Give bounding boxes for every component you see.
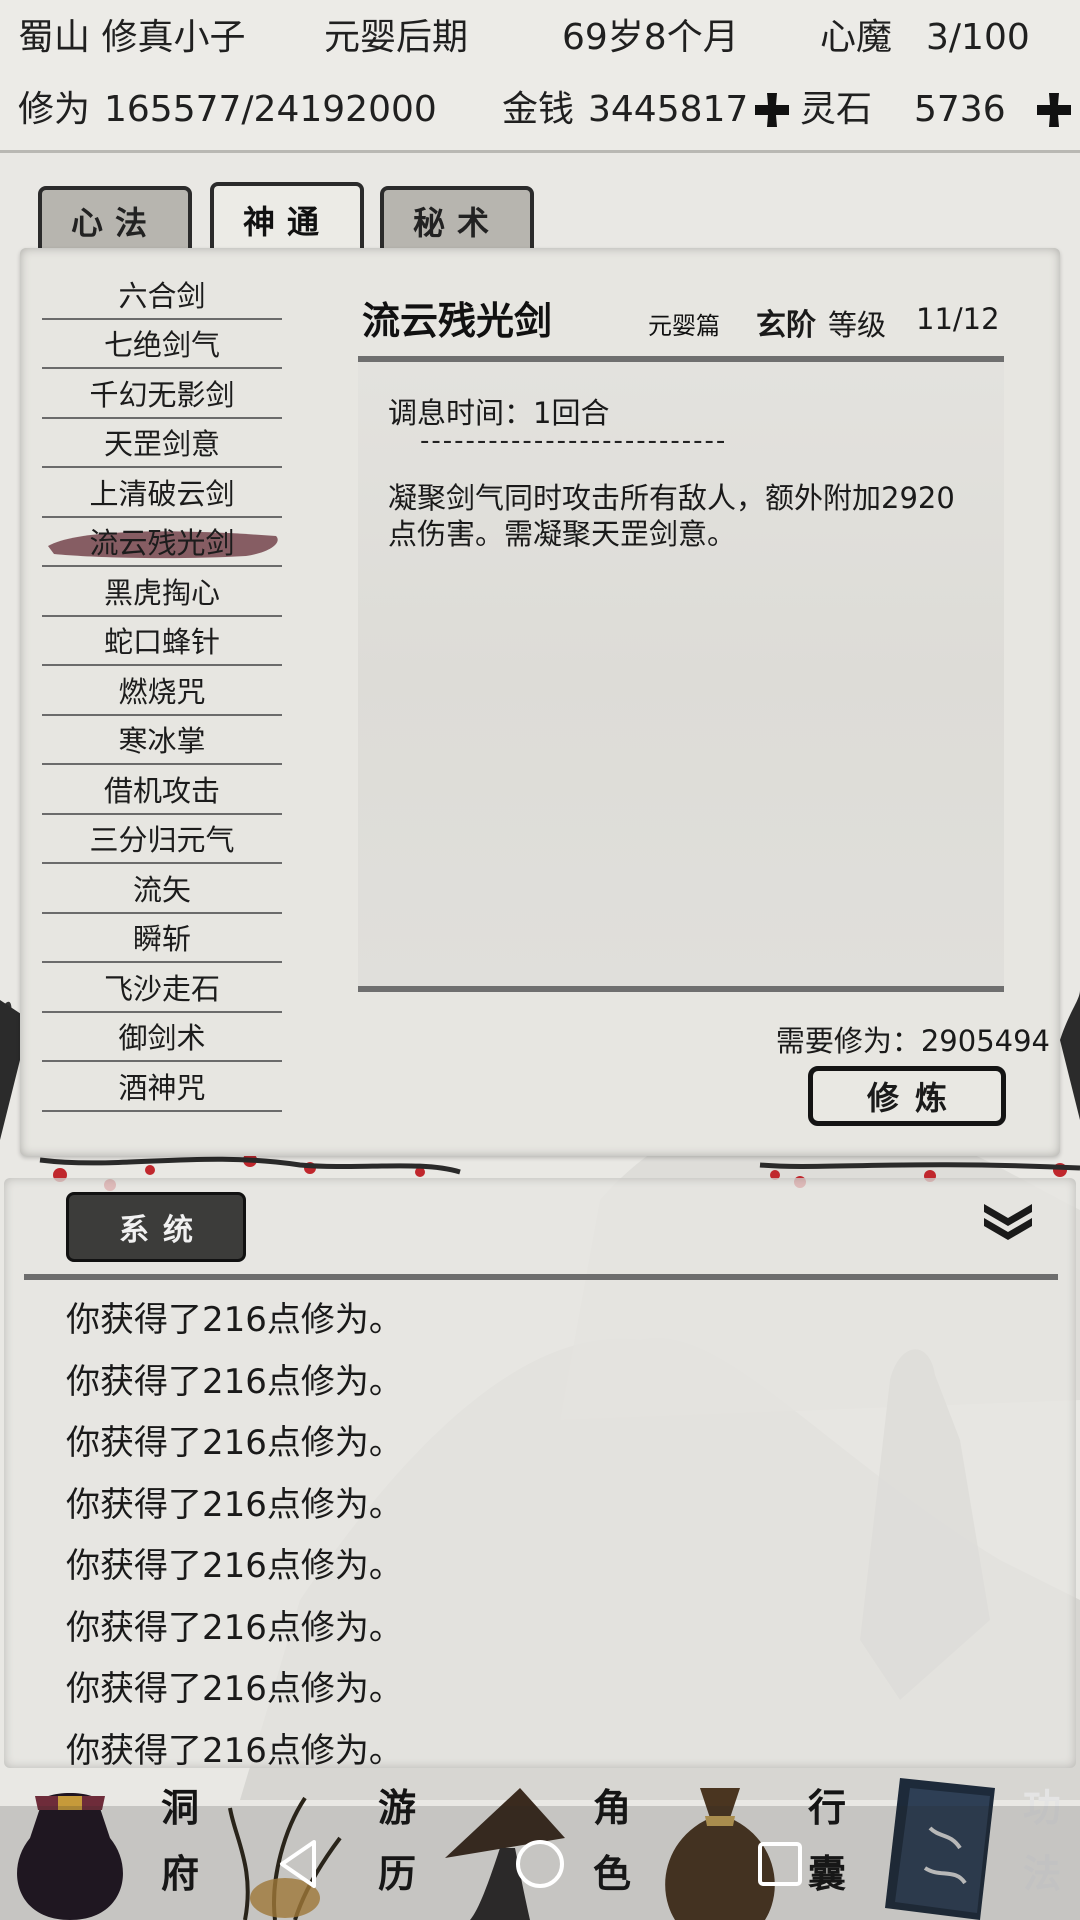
age-value: 69岁8个月	[562, 17, 739, 58]
required-cultivation: 需要修为：2905494	[775, 1024, 1050, 1058]
skill-list-item[interactable]: 流云残光剑	[42, 518, 282, 567]
skill-list-item[interactable]: 流矢	[42, 864, 282, 914]
player-sect-name: 蜀山 修真小子	[18, 18, 245, 58]
sect-label: 蜀山	[18, 17, 91, 58]
skill-panel: 六合剑 七绝剑气 千幻无影剑 天罡剑意 上清破云剑 流云残光剑 黑虎掏心 蛇口蜂针 燃烧咒 寒冰掌…	[20, 248, 1060, 1156]
money-label: 金钱	[502, 89, 575, 130]
skill-tier: 玄阶	[756, 308, 816, 343]
log-entry: 你获得了216点修为。	[66, 1669, 403, 1709]
skill-name: 天罡剑意	[103, 427, 220, 462]
skill-name: 三分归元气	[89, 823, 235, 858]
skill-list-item[interactable]: 瞬斩	[42, 914, 282, 963]
description-separator: ---------------------------	[420, 426, 728, 456]
tab-mishu[interactable]: 秘术	[380, 186, 534, 252]
skill-name: 飞沙走石	[103, 971, 220, 1006]
skill-list-item[interactable]: 三分归元气	[42, 815, 282, 864]
skill-name: 流矢	[132, 872, 191, 907]
tab-xinfa[interactable]: 心法	[38, 186, 192, 252]
log-entry: 你获得了216点修为。	[66, 1607, 403, 1648]
skill-name: 千幻无影剑	[89, 377, 235, 412]
skill-level-value: 11/12	[916, 302, 1000, 336]
system-navigation-bar	[0, 1806, 1080, 1920]
skill-name: 借机攻击	[103, 773, 220, 808]
skill-description: 凝聚剑气同时攻击所有敌人，额外附加2920点伤害。需凝聚天罡剑意。	[388, 481, 955, 551]
skill-name: 流云残光剑	[89, 526, 235, 561]
skill-name: 蛇口蜂针	[103, 625, 220, 660]
log-entry: 你获得了216点修为。	[66, 1484, 403, 1525]
log-entry: 你获得了216点修为。	[66, 1546, 403, 1586]
skill-chapter: 元婴篇	[648, 312, 720, 340]
skill-list-item[interactable]: 借机攻击	[42, 765, 282, 815]
log-list: 你获得了216点修为。 你获得了216点修为。 你获得了216点修为。 你获得了216…	[66, 1290, 403, 1782]
skill-list-item[interactable]: 寒冰掌	[42, 716, 282, 765]
skill-list-item[interactable]: 燃烧咒	[42, 666, 282, 716]
skill-detail-title: 流云残光剑	[362, 298, 553, 343]
skill-description-box: 调息时间：1回合 --------------------------- 凝聚剑…	[358, 356, 1004, 992]
log-entry: 你获得了216点修为。	[66, 1361, 403, 1402]
skill-list-item[interactable]: 天罡剑意	[42, 419, 282, 468]
skill-list-item[interactable]: 六合剑	[42, 270, 282, 320]
log-entry: 你获得了216点修为。	[66, 1423, 403, 1463]
skill-name: 燃烧咒	[118, 674, 206, 709]
system-log-panel: 系统 你获得了216点修为。 你获得了216点修为。 你获得了216点修为。 你获得了…	[4, 1178, 1076, 1771]
money-value: 3445817	[588, 89, 749, 130]
skill-list-item[interactable]: 御剑术	[42, 1013, 282, 1062]
skill-name: 酒神咒	[118, 1070, 206, 1105]
heart-demon-value: 3/100	[926, 17, 1030, 58]
collapse-chevron-icon[interactable]	[980, 1200, 1036, 1240]
skill-list-item[interactable]: 酒神咒	[42, 1062, 282, 1112]
skill-list: 六合剑七绝剑气千幻无影剑天罡剑意上清破云剑流云残光剑黑虎掏心蛇口蜂针燃烧咒寒冰掌…	[42, 270, 282, 1112]
spirit-stone-value: 5736	[914, 89, 1006, 130]
log-entry: 你获得了216点修为。	[66, 1300, 403, 1340]
skill-name: 寒冰掌	[118, 724, 206, 759]
skill-name: 御剑术	[118, 1021, 206, 1056]
skill-name: 黑虎掏心	[103, 575, 220, 610]
skill-name: 上清破云剑	[89, 476, 235, 511]
add-spirit-stone-plus-icon[interactable]	[1034, 90, 1074, 130]
spirit-stone-label: 灵石	[800, 89, 873, 130]
train-button[interactable]: 修炼	[808, 1066, 1006, 1126]
log-divider	[24, 1274, 1058, 1280]
system-log-tab[interactable]: 系统	[66, 1192, 246, 1262]
cultivation-value: 165577/24192000	[104, 89, 437, 130]
skill-level-label: 等级	[828, 308, 887, 342]
heart-demon-label: 心魔	[820, 17, 893, 58]
player-name: 修真小子	[101, 17, 246, 58]
skill-name: 六合剑	[118, 278, 206, 313]
skill-list-item[interactable]: 黑虎掏心	[42, 567, 282, 617]
back-triangle-icon[interactable]	[270, 1834, 330, 1894]
skill-list-item[interactable]: 飞沙走石	[42, 963, 282, 1013]
recents-square-icon[interactable]	[750, 1834, 810, 1894]
skill-list-item[interactable]: 七绝剑气	[42, 320, 282, 369]
skill-list-item[interactable]: 蛇口蜂针	[42, 617, 282, 666]
skill-list-item[interactable]: 千幻无影剑	[42, 369, 282, 419]
skill-name: 瞬斩	[132, 922, 191, 957]
skill-name: 七绝剑气	[103, 328, 220, 363]
status-header: 蜀山 修真小子 元婴后期 69岁8个月 心魔 3/100 修为 165577/2…	[0, 0, 1080, 153]
tab-shentong[interactable]: 神通	[210, 182, 364, 254]
home-circle-icon[interactable]	[510, 1834, 570, 1894]
realm-value: 元婴后期	[324, 17, 469, 58]
cultivation-label: 修为	[18, 89, 91, 130]
add-money-plus-icon[interactable]	[752, 90, 792, 130]
skill-list-item[interactable]: 上清破云剑	[42, 468, 282, 518]
